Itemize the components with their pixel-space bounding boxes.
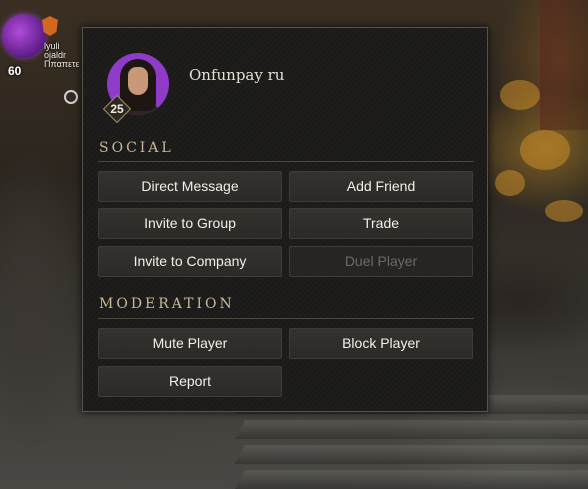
autumn-foliage [500,80,540,110]
player-name: Onfunpay ru [189,66,285,84]
add-friend-button[interactable]: Add Friend [289,171,473,202]
stone-step [234,420,588,439]
target-ring-icon [64,90,78,104]
section-divider [98,161,474,162]
player-hud: lyuli ojaldr Ππαπετε 60 [0,10,80,104]
building-wall [540,0,588,130]
mute-player-button[interactable]: Mute Player [98,328,282,359]
avatar-face [128,67,148,95]
player-context-menu: 25 Onfunpay ru SOCIAL Direct Message Add… [82,27,488,412]
invite-to-group-button[interactable]: Invite to Group [98,208,282,239]
player-level-badge: 25 [102,94,132,124]
stone-step [234,445,588,464]
hud-player-name: lyuli ojaldr Ππαπετε [44,42,80,69]
stone-step [234,470,588,489]
hud-name-line: Ππαπετε [44,59,80,69]
faction-emblem-icon [2,14,46,58]
player-level: 25 [110,102,124,116]
hud-level: 60 [8,64,22,78]
invite-to-company-button[interactable]: Invite to Company [98,246,282,277]
block-player-button[interactable]: Block Player [289,328,473,359]
report-button[interactable]: Report [98,366,282,397]
section-title-social: SOCIAL [99,140,174,156]
duel-player-button: Duel Player [289,246,473,277]
autumn-foliage [495,170,525,196]
trade-button[interactable]: Trade [289,208,473,239]
autumn-foliage [545,200,583,222]
direct-message-button[interactable]: Direct Message [98,171,282,202]
section-title-moderation: MODERATION [99,296,235,312]
autumn-foliage [520,130,570,170]
section-divider [98,318,474,319]
